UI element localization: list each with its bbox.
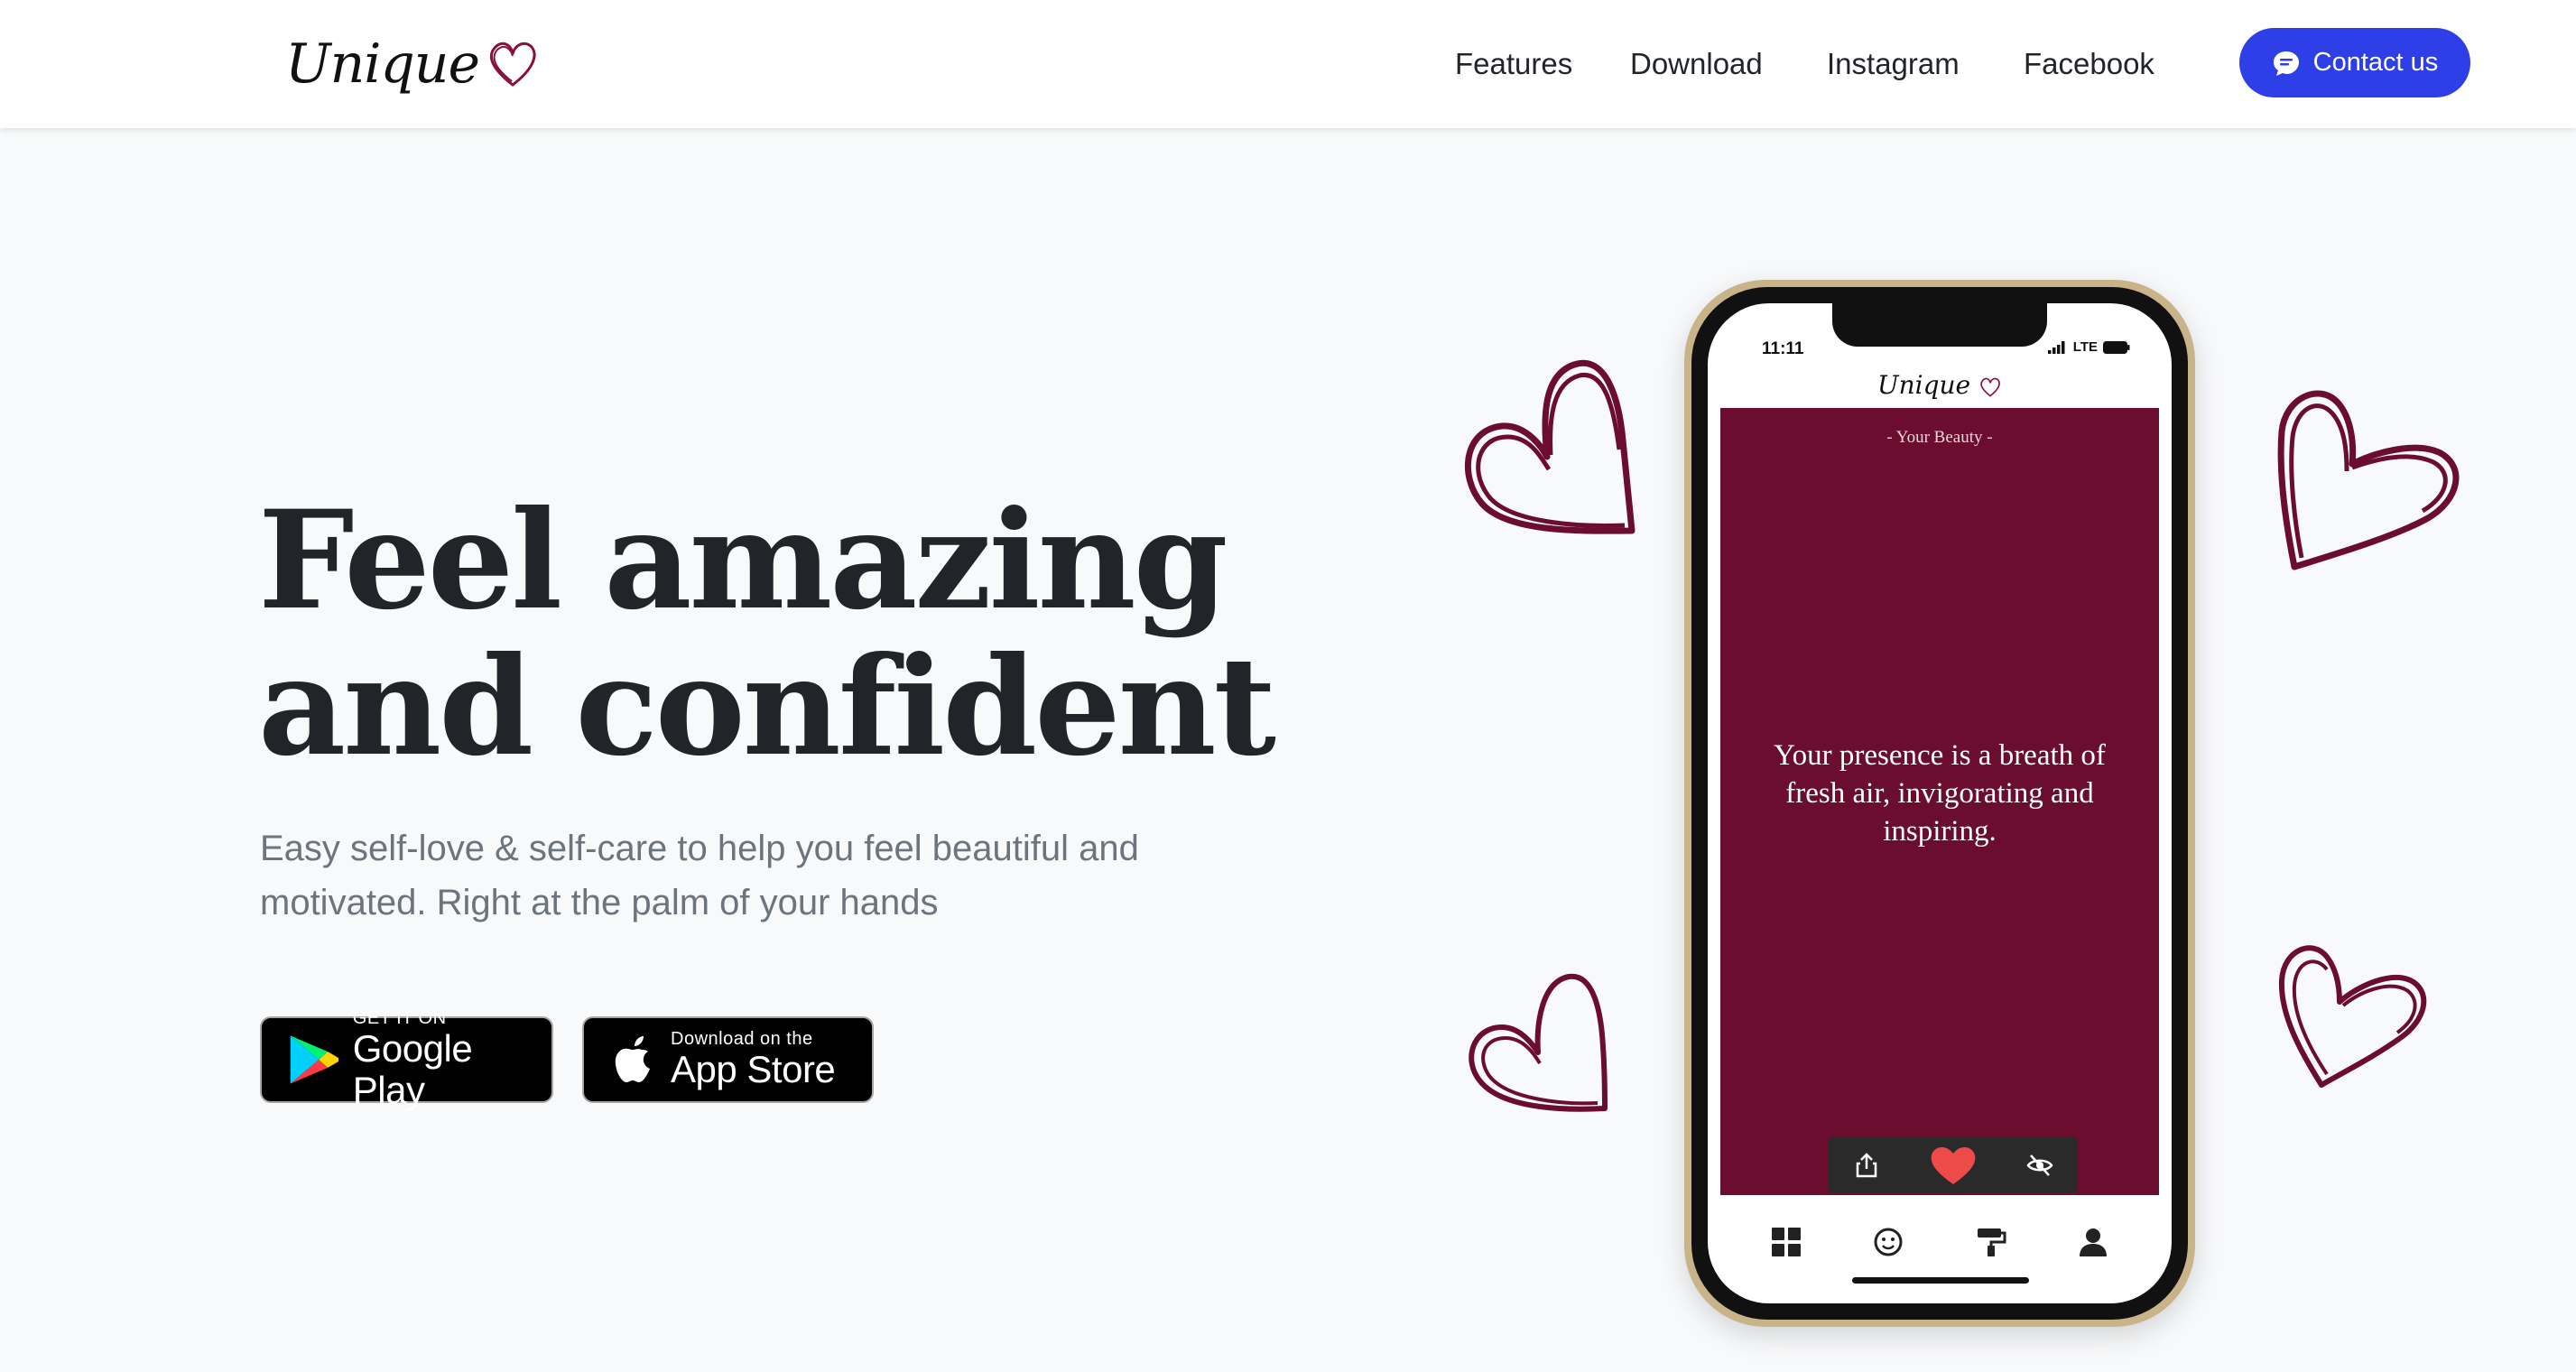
navbar: Unique Features Download Instagram Faceb… <box>0 0 2576 128</box>
signal-icon <box>2047 340 2065 354</box>
app-store-text: Download on the App Store <box>671 1029 836 1090</box>
phone-notch <box>1832 303 2047 347</box>
hero-title: Feel amazing and confident <box>258 481 1276 786</box>
card-category: - Your Beauty - <box>1886 428 1993 447</box>
chat-bubble-icon <box>2273 51 2299 76</box>
google-play-text: GET IT ON Google Play <box>353 1008 551 1111</box>
hero-title-line1: Feel amazing <box>258 481 1228 640</box>
app-brand: Unique <box>1876 370 1971 400</box>
card-quote: Your presence is a breath of fresh air, … <box>1774 739 2106 848</box>
heart-logo-icon <box>1980 377 2000 397</box>
phone-bezel: 11:11 LTE Unique - Your Beauty - Your pr… <box>1691 287 2188 1320</box>
paint-roller-icon[interactable] <box>1976 1227 2006 1257</box>
status-indicators: LTE <box>2047 339 2130 355</box>
nav-link-download[interactable]: Download <box>1630 38 1763 90</box>
nav-link-facebook[interactable]: Facebook <box>2024 38 2154 90</box>
nav-link-features[interactable]: Features <box>1455 38 1572 90</box>
app-bottom-nav <box>1708 1206 2172 1278</box>
app-store-small: Download on the <box>671 1029 813 1049</box>
google-play-big: Google Play <box>352 1027 473 1111</box>
heart-doodle-icon <box>2278 945 2427 1088</box>
network-label: LTE <box>2072 339 2098 355</box>
google-play-icon <box>290 1035 338 1084</box>
brand-logo[interactable]: Unique <box>285 23 541 105</box>
grid-icon[interactable] <box>1771 1227 1802 1257</box>
nav-link-instagram[interactable]: Instagram <box>1827 38 1960 90</box>
face-icon[interactable] <box>1873 1227 1904 1257</box>
google-play-button[interactable]: GET IT ON Google Play <box>260 1008 553 1111</box>
contact-us-button[interactable]: Contact us <box>2239 28 2470 97</box>
hero-subtitle: Easy self-love & self-care to help you f… <box>260 829 1139 922</box>
heart-like-icon[interactable] <box>1930 1145 1977 1186</box>
app-store-big: App Store <box>671 1048 836 1090</box>
status-time: 11:11 <box>1762 339 1804 358</box>
heart-doodle-icon <box>1469 973 1608 1112</box>
phone-mockup: 11:11 LTE Unique - Your Beauty - Your pr… <box>1684 280 2195 1327</box>
hero-title-line2: and confident <box>258 627 1276 786</box>
apple-icon <box>615 1036 650 1082</box>
heart-doodle-icon <box>2277 390 2460 570</box>
brand-name: Unique <box>285 32 480 96</box>
heart-logo-icon <box>489 42 536 87</box>
quote-card[interactable]: - Your Beauty - Your presence is a breat… <box>1720 408 2159 1195</box>
hide-eye-icon[interactable] <box>2026 1152 2053 1179</box>
phone-screen: 11:11 LTE Unique - Your Beauty - Your pr… <box>1708 303 2172 1303</box>
home-indicator <box>1852 1277 2029 1284</box>
app-logo: Unique <box>1708 370 2172 400</box>
battery-icon <box>2103 340 2130 354</box>
user-icon[interactable] <box>2078 1227 2108 1257</box>
heart-doodle-icon <box>1464 359 1635 534</box>
share-icon[interactable] <box>1853 1152 1880 1179</box>
contact-us-label: Contact us <box>2312 48 2439 77</box>
app-store-button[interactable]: Download on the App Store <box>582 1016 874 1103</box>
card-action-bar <box>1829 1137 2078 1193</box>
google-play-small: GET IT ON <box>352 1008 447 1028</box>
